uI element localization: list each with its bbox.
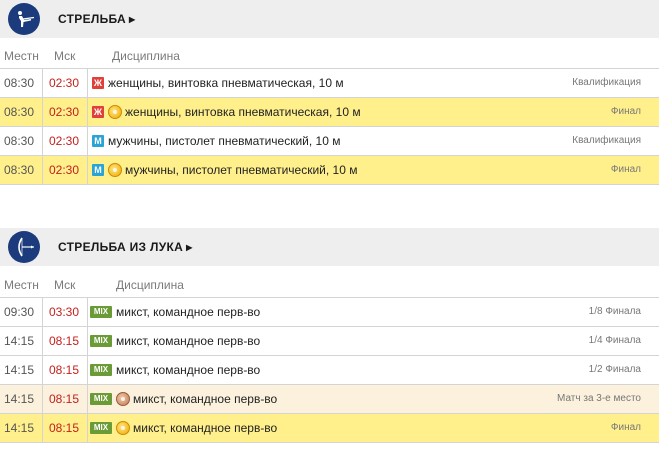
men-badge: М	[92, 164, 104, 176]
discipline-cell: MIX микст, командное перв-во	[90, 356, 260, 384]
discipline-name: мужчины, пистолет пневматический, 10 м	[108, 134, 341, 148]
local-time: 08:30	[4, 76, 35, 90]
stage-label: Матч за 3-е место	[557, 393, 641, 404]
caret-right-icon: ▶	[186, 243, 193, 252]
gold-medal-icon	[108, 105, 122, 119]
moscow-time: 08:15	[42, 385, 88, 413]
stage-label: 1/2 Финала	[588, 364, 641, 375]
mixed-badge: MIX	[90, 306, 112, 318]
col-moscow-time: Мск	[54, 49, 76, 63]
stage-label: Финал	[610, 106, 641, 117]
col-moscow-time: Мск	[54, 278, 76, 292]
mixed-badge: MIX	[90, 422, 112, 434]
col-discipline: Дисциплина	[116, 278, 184, 292]
discipline-cell: MIX микст, командное перв-во	[90, 385, 277, 413]
discipline-cell: Жженщины, винтовка пневматическая, 10 м	[92, 98, 361, 126]
sport-title: СТРЕЛЬБА	[58, 12, 126, 26]
section-shooting: СТРЕЛЬБА ▶ Местн Мск Дисциплина 08:30 02:3…	[0, 0, 659, 185]
discipline-name: микст, командное перв-во	[116, 363, 261, 377]
men-badge: М	[92, 135, 104, 147]
schedule-row[interactable]: 08:30 02:30 Жженщины, винтовка пневматичес…	[0, 69, 659, 98]
moscow-time: 08:15	[42, 327, 88, 355]
local-time: 14:15	[4, 392, 35, 406]
local-time: 14:15	[4, 363, 35, 377]
schedule-row[interactable]: 14:15 08:15 MIX микст, командное перв-во 1/4…	[0, 327, 659, 356]
stage-label: 1/8 Финала	[588, 306, 641, 317]
women-badge: Ж	[92, 77, 104, 89]
discipline-name: микст, командное перв-во	[116, 305, 261, 319]
discipline-name: женщины, винтовка пневматическая, 10 м	[108, 76, 344, 90]
section-archery: СТРЕЛЬБА ИЗ ЛУКА ▶ Местн Мск Дисциплина 0…	[0, 228, 659, 443]
moscow-time: 02:30	[42, 69, 88, 97]
column-header: Местн Мск Дисциплина	[0, 270, 659, 298]
col-discipline: Дисциплина	[112, 49, 180, 63]
moscow-time: 08:15	[42, 414, 88, 442]
sport-title: СТРЕЛЬБА ИЗ ЛУКА	[58, 240, 184, 254]
local-time: 08:30	[4, 134, 35, 148]
discipline-cell: Ммужчины, пистолет пневматический, 10 м	[92, 127, 340, 155]
discipline-name: микст, командное перв-во	[133, 421, 278, 435]
schedule-row[interactable]: 08:30 02:30 Жженщины, винтовка пневматичес…	[0, 98, 659, 127]
col-local-time: Местн	[4, 278, 39, 292]
local-time: 08:30	[4, 105, 35, 119]
stage-label: Финал	[610, 422, 641, 433]
gold-medal-icon	[108, 163, 122, 177]
schedule-row[interactable]: 14:15 08:15 MIX микст, командное перв-во Фин…	[0, 414, 659, 443]
sport-header: СТРЕЛЬБА ИЗ ЛУКА ▶	[0, 228, 659, 266]
schedule-row[interactable]: 08:30 02:30 Ммужчины, пистолет пневматичес…	[0, 127, 659, 156]
discipline-cell: MIX микст, командное перв-во	[90, 298, 260, 326]
discipline-name: микст, командное перв-во	[133, 392, 278, 406]
discipline-name: мужчины, пистолет пневматический, 10 м	[125, 163, 358, 177]
column-header: Местн Мск Дисциплина	[0, 41, 659, 69]
schedule-row[interactable]: 08:30 02:30 Ммужчины, пистолет пневматичес…	[0, 156, 659, 185]
moscow-time: 02:30	[42, 156, 88, 184]
shooting-icon	[8, 3, 40, 35]
mixed-badge: MIX	[90, 335, 112, 347]
stage-label: Финал	[610, 164, 641, 175]
col-local-time: Местн	[4, 49, 39, 63]
stage-label: Квалификация	[572, 135, 641, 146]
discipline-cell: MIX микст, командное перв-во	[90, 327, 260, 355]
discipline-cell: Ммужчины, пистолет пневматический, 10 м	[92, 156, 357, 184]
schedule-row[interactable]: 14:15 08:15 MIX микст, командное перв-во Мат…	[0, 385, 659, 414]
sport-header: СТРЕЛЬБА ▶	[0, 0, 659, 38]
bronze-medal-icon	[116, 392, 130, 406]
mixed-badge: MIX	[90, 393, 112, 405]
moscow-time: 08:15	[42, 356, 88, 384]
gold-medal-icon	[116, 421, 130, 435]
sport-title-link[interactable]: СТРЕЛЬБА ИЗ ЛУКА ▶	[58, 240, 193, 254]
discipline-cell: MIX микст, командное перв-во	[90, 414, 277, 442]
stage-label: Квалификация	[572, 77, 641, 88]
schedule-row[interactable]: 14:15 08:15 MIX микст, командное перв-во 1/2…	[0, 356, 659, 385]
schedule-row[interactable]: 09:30 03:30 MIX микст, командное перв-во 1/8…	[0, 298, 659, 327]
local-time: 08:30	[4, 163, 35, 177]
local-time: 09:30	[4, 305, 35, 319]
moscow-time: 03:30	[42, 298, 88, 326]
women-badge: Ж	[92, 106, 104, 118]
moscow-time: 02:30	[42, 98, 88, 126]
archery-icon	[8, 231, 40, 263]
stage-label: 1/4 Финала	[588, 335, 641, 346]
local-time: 14:15	[4, 421, 35, 435]
discipline-cell: Жженщины, винтовка пневматическая, 10 м	[92, 69, 344, 97]
discipline-name: женщины, винтовка пневматическая, 10 м	[125, 105, 361, 119]
moscow-time: 02:30	[42, 127, 88, 155]
caret-right-icon: ▶	[128, 15, 136, 24]
mixed-badge: MIX	[90, 364, 112, 376]
local-time: 14:15	[4, 334, 35, 348]
discipline-name: микст, командное перв-во	[116, 334, 261, 348]
sport-title-link[interactable]: СТРЕЛЬБА ▶	[58, 12, 135, 26]
